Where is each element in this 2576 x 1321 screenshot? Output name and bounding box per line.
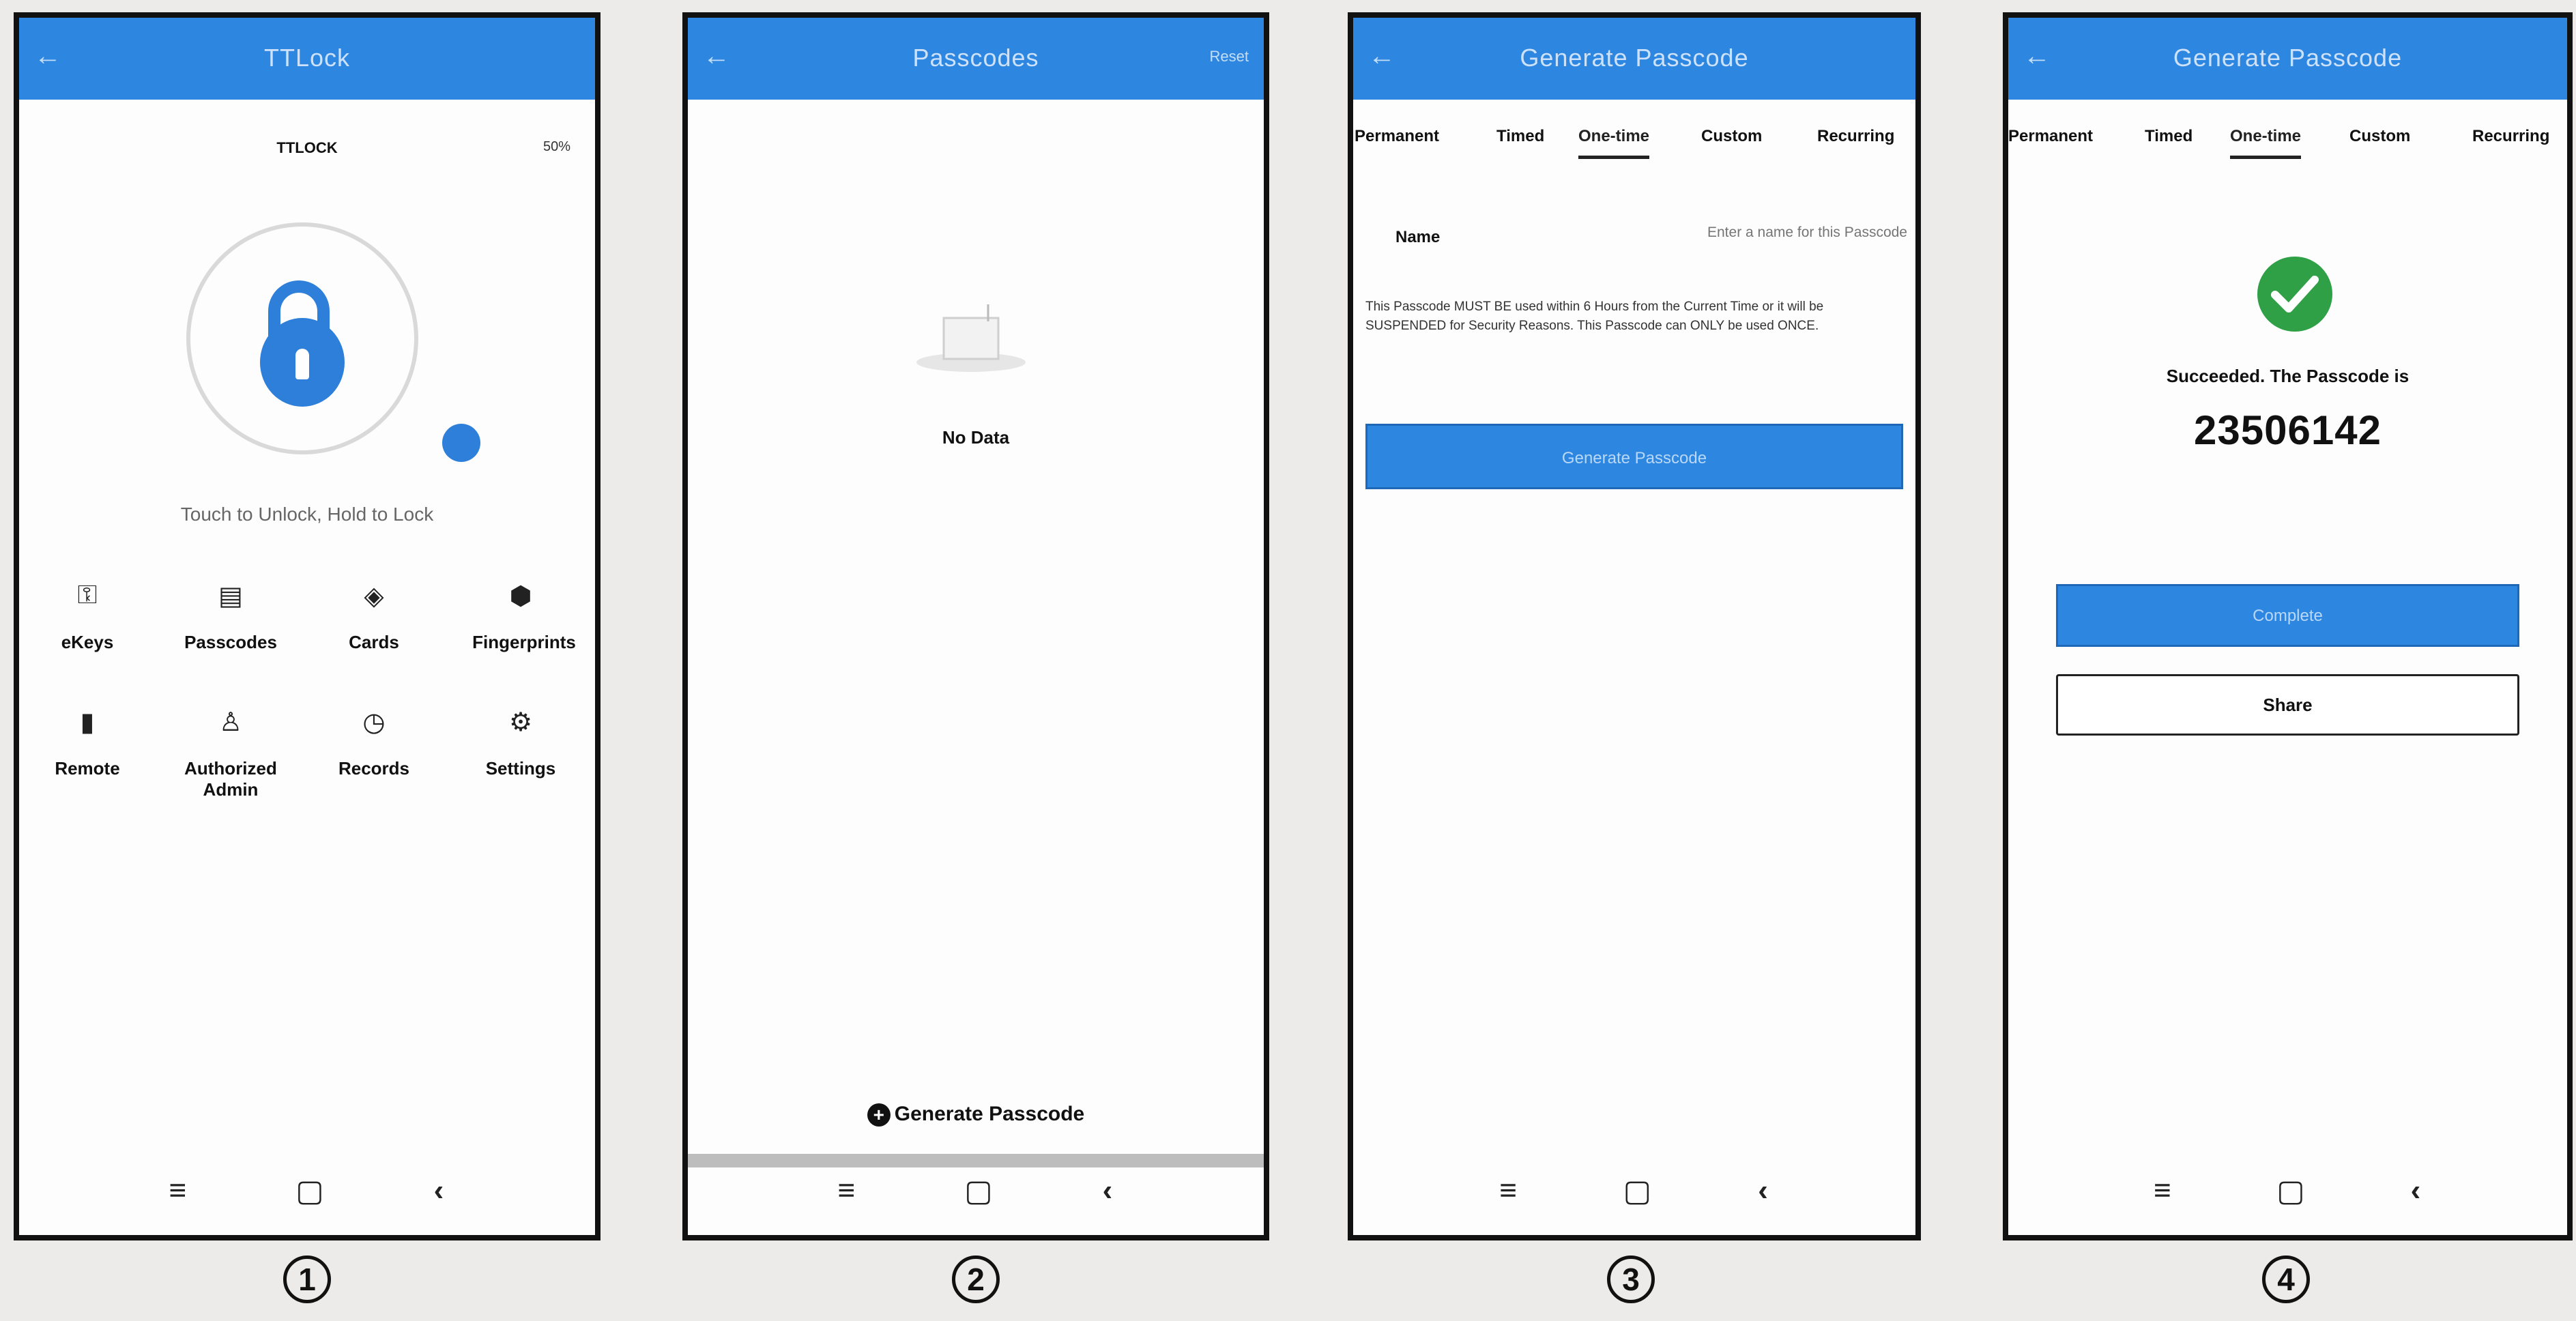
passcode-type-tabs: Permanent Timed One-time Custom Recurrin…	[1353, 120, 1915, 168]
app-bar: ← Passcodes Reset	[688, 18, 1264, 100]
step-marker-1: 1	[283, 1255, 331, 1303]
card-icon[interactable]: ◈	[319, 581, 429, 611]
tab-timed[interactable]: Timed	[1496, 127, 1544, 146]
generate-passcode-label: Generate Passcode	[894, 1103, 1085, 1125]
back-icon[interactable]: ‹	[434, 1174, 444, 1208]
home-icon[interactable]: ▢	[2276, 1174, 2305, 1208]
empty-box-icon	[916, 304, 1026, 372]
app-bar: ← Generate Passcode	[2008, 18, 2567, 100]
battery-level: 50%	[542, 139, 570, 154]
step-marker-4: 4	[2262, 1255, 2310, 1303]
tab-recurring[interactable]: Recurring	[2472, 127, 2549, 146]
menu-icon[interactable]: ≡	[2154, 1174, 2171, 1208]
grid-label-ekeys[interactable]: eKeys	[33, 632, 142, 653]
fingerprint-icon[interactable]: ⬢	[466, 581, 575, 611]
tab-permanent[interactable]: Permanent	[1355, 127, 1439, 146]
app-bar-title: Passcodes	[912, 44, 1039, 72]
generate-passcode-link[interactable]: + Generate Passcode	[688, 1103, 1264, 1127]
screen-passcode-result: ← Generate Passcode Permanent Timed One-…	[2003, 12, 2573, 1240]
reset-link[interactable]: Reset	[1210, 48, 1249, 66]
tab-custom[interactable]: Custom	[2349, 127, 2410, 146]
success-message: Succeeded. The Passcode is	[2166, 366, 2409, 386]
menu-icon[interactable]: ≡	[837, 1174, 855, 1208]
grid-label-remote[interactable]: Remote	[33, 758, 142, 779]
generate-passcode-button[interactable]: Generate Passcode	[1365, 424, 1903, 489]
keyhole-icon	[295, 349, 309, 379]
step-marker-3: 3	[1607, 1255, 1655, 1303]
home-icon[interactable]: ▢	[964, 1174, 993, 1208]
app-bar-title: Generate Passcode	[1520, 44, 1749, 72]
divider	[688, 1154, 1264, 1167]
admin-icon[interactable]: ♙	[176, 707, 285, 738]
complete-button[interactable]: Complete	[2056, 584, 2519, 647]
grid-label-cards[interactable]: Cards	[319, 632, 429, 653]
success-check-icon	[2257, 257, 2332, 332]
remote-icon[interactable]: ▮	[33, 707, 142, 738]
app-bar-title: TTLock	[263, 44, 351, 72]
grid-label-fingerprints[interactable]: Fingerprints	[463, 632, 585, 653]
tab-one-time[interactable]: One-time	[2230, 127, 2302, 159]
app-bar: ← TTLock	[19, 18, 595, 100]
tab-custom[interactable]: Custom	[1701, 127, 1762, 146]
passcode-type-tabs: Permanent Timed One-time Custom Recurrin…	[2008, 120, 2567, 168]
app-bar-title: Generate Passcode	[2173, 44, 2403, 72]
grid-label-authorized-admin[interactable]: Authorized Admin	[176, 758, 285, 800]
ekey-icon[interactable]: ⚿	[33, 581, 142, 610]
share-button[interactable]: Share	[2056, 674, 2519, 736]
tab-recurring[interactable]: Recurring	[1817, 127, 1894, 146]
menu-icon[interactable]: ≡	[169, 1174, 186, 1208]
gateway-icon[interactable]	[442, 424, 480, 462]
screen-home: ← TTLock TTLOCK 50% Touch to Unlock, Hol…	[14, 12, 600, 1240]
back-icon[interactable]: ‹	[1758, 1174, 1768, 1208]
grid-label-passcodes[interactable]: Passcodes	[176, 632, 285, 653]
system-nav-bar: ≡ ▢ ‹	[688, 1167, 1264, 1221]
lock-name: TTLOCK	[276, 139, 338, 156]
grid-label-settings[interactable]: Settings	[466, 758, 575, 779]
step-marker-2: 2	[952, 1255, 1000, 1303]
unlock-hint: Touch to Unlock, Hold to Lock	[180, 504, 434, 525]
app-bar: ← Generate Passcode	[1353, 18, 1915, 100]
tab-permanent[interactable]: Permanent	[2008, 127, 2093, 146]
passcode-icon[interactable]: ▤	[176, 581, 285, 611]
grid-label-records[interactable]: Records	[319, 758, 429, 779]
home-icon[interactable]: ▢	[295, 1174, 324, 1208]
back-icon[interactable]: ‹	[2411, 1174, 2421, 1208]
menu-icon[interactable]: ≡	[1499, 1174, 1517, 1208]
back-icon[interactable]: ‹	[1103, 1174, 1113, 1208]
generated-passcode: 23506142	[2194, 407, 2382, 453]
add-circle-icon: +	[867, 1103, 891, 1127]
system-nav-bar: ≡ ▢ ‹	[1353, 1167, 1915, 1221]
records-icon[interactable]: ◷	[319, 707, 429, 738]
settings-icon[interactable]: ⚙	[466, 707, 575, 738]
tab-one-time[interactable]: One-time	[1578, 127, 1650, 159]
usage-notice: This Passcode MUST BE used within 6 Hour…	[1365, 300, 1824, 333]
screen-passcodes: ← Passcodes Reset No Data + Generate Pass…	[682, 12, 1269, 1240]
system-nav-bar: ≡ ▢ ‹	[19, 1167, 595, 1221]
empty-state-text: No Data	[942, 427, 1010, 448]
name-input[interactable]	[1585, 224, 1909, 242]
system-nav-bar: ≡ ▢ ‹	[2008, 1167, 2567, 1221]
home-icon[interactable]: ▢	[1623, 1174, 1652, 1208]
tab-timed[interactable]: Timed	[2145, 127, 2193, 146]
name-label: Name	[1395, 228, 1441, 246]
screen-generate-passcode: ← Generate Passcode Permanent Timed One-…	[1348, 12, 1921, 1240]
